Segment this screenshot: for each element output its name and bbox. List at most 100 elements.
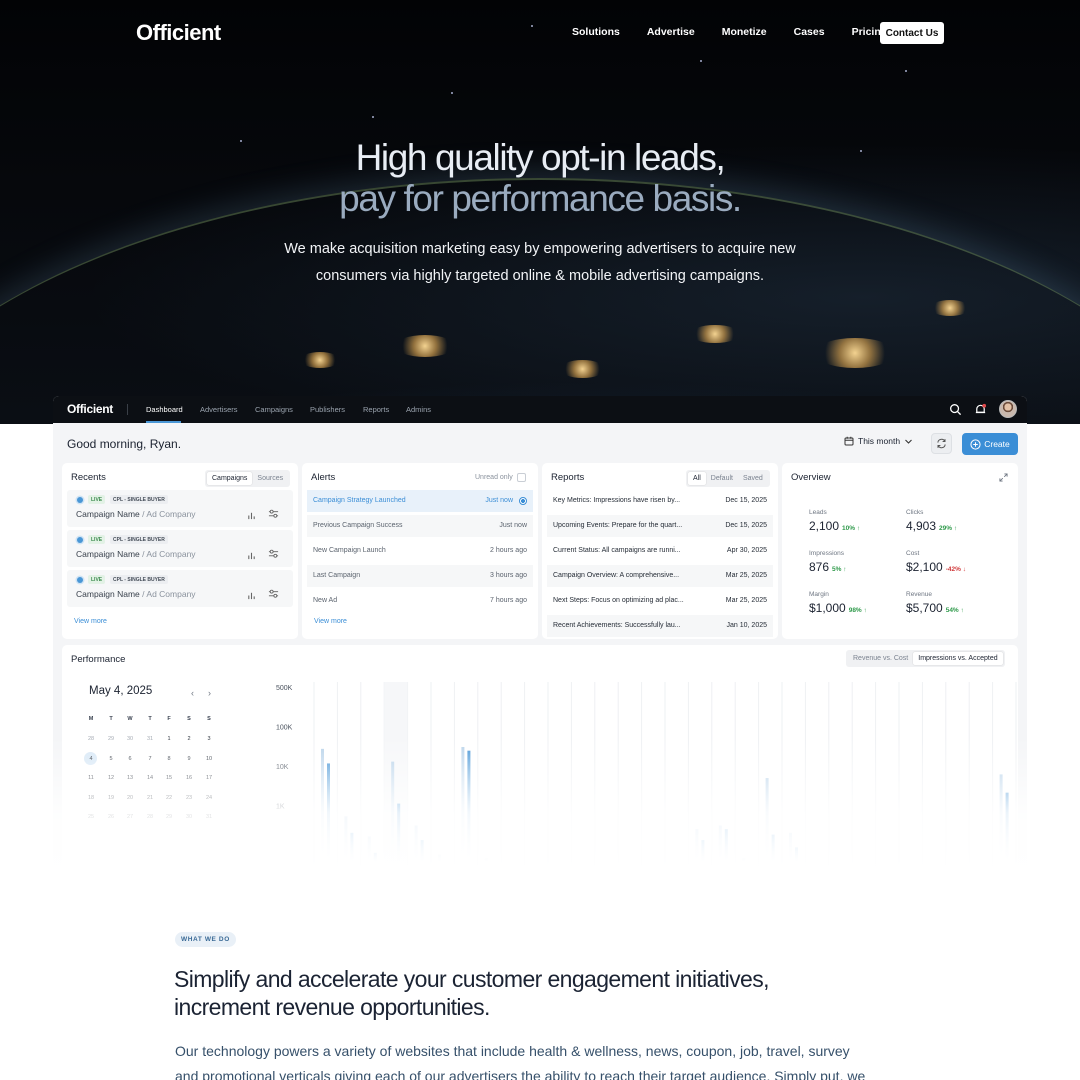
chevron-right-icon[interactable]: › — [208, 688, 211, 698]
site-logo[interactable]: Officient — [136, 20, 221, 46]
report-date: Dec 15, 2025 — [725, 522, 767, 529]
tab-dashboard[interactable]: Dashboard — [146, 405, 183, 414]
contact-us-button[interactable]: Contact Us — [880, 22, 944, 44]
search-icon[interactable] — [949, 403, 962, 416]
toggle-all[interactable]: All — [688, 472, 706, 485]
sliders-icon[interactable] — [268, 586, 279, 604]
kpi-change: 5% ↑ — [832, 566, 846, 573]
refresh-button[interactable] — [931, 433, 952, 454]
app-topbar: Officient Dashboard Advertisers Campaign… — [53, 396, 1027, 423]
calendar-icon — [844, 436, 854, 446]
recent-campaign-item[interactable]: LIVE CPL - SINGLE BUYER Campaign Name / Ad… — [67, 570, 293, 607]
performance-title: Performance — [71, 654, 126, 665]
campaign-name-text: Campaign Name — [76, 589, 140, 599]
toggle-default[interactable]: Default — [706, 472, 738, 485]
sliders-icon[interactable] — [268, 506, 279, 524]
alert-row[interactable]: Campaign Strategy Launched Just now — [307, 490, 533, 512]
status-dot — [77, 537, 83, 543]
recents-view-more[interactable]: View more — [74, 618, 107, 625]
create-button[interactable]: Create — [962, 433, 1018, 455]
kpi-value-line: $5,700 54% ↑ — [906, 601, 964, 615]
recent-campaign-item[interactable]: LIVE CPL - SINGLE BUYER Campaign Name / Ad… — [67, 530, 293, 567]
city-lights — [395, 335, 455, 357]
section-paragraph: Our technology powers a variety of websi… — [175, 1043, 866, 1080]
user-avatar[interactable] — [999, 400, 1017, 418]
campaign-type-badge: CPL - SINGLE BUYER — [110, 535, 168, 544]
report-row[interactable]: Upcoming Events: Prepare for the quart..… — [547, 515, 773, 537]
reports-toggle: All Default Saved — [686, 470, 770, 487]
bar-chart-icon[interactable] — [247, 547, 256, 565]
report-row[interactable]: Next Steps: Focus on optimizing ad plac.… — [547, 590, 773, 612]
alert-time: Just now — [485, 497, 513, 504]
campaign-name: Campaign Name / Ad Company — [76, 549, 196, 559]
refresh-icon — [937, 438, 946, 449]
chevron-down-icon — [905, 439, 912, 444]
report-row[interactable]: Campaign Overview: A comprehensive... Mar… — [547, 565, 773, 587]
bar-chart-icon[interactable] — [247, 587, 256, 605]
nav-link-monetize[interactable]: Monetize — [722, 26, 767, 38]
campaign-company: Ad Company — [146, 589, 196, 599]
nav-link-solutions[interactable]: Solutions — [572, 26, 620, 38]
live-badge: LIVE — [88, 535, 106, 544]
kpi-change: 29% ↑ — [939, 525, 957, 532]
toggle-campaigns[interactable]: Campaigns — [207, 472, 253, 485]
recent-campaign-item[interactable]: LIVE CPL - SINGLE BUYER Campaign Name / Ad… — [67, 490, 293, 527]
unread-checkbox[interactable] — [516, 473, 526, 482]
tab-advertisers[interactable]: Advertisers — [200, 405, 238, 414]
kpi-label: Cost — [906, 550, 920, 557]
tab-admins[interactable]: Admins — [406, 405, 431, 414]
campaign-company: Ad Company — [146, 509, 196, 519]
alert-row[interactable]: Previous Campaign Success Just now — [307, 515, 533, 537]
alert-row[interactable]: New Campaign Launch 2 hours ago — [307, 540, 533, 562]
report-row[interactable]: Current Status: All campaigns are runni.… — [547, 540, 773, 562]
toggle-saved[interactable]: Saved — [738, 472, 768, 485]
nav-link-cases[interactable]: Cases — [794, 26, 825, 38]
toggle-revenue-vs-cost[interactable]: Revenue vs. Cost — [848, 652, 913, 665]
nav-link-advertise[interactable]: Advertise — [647, 26, 695, 38]
bar-chart-icon[interactable] — [247, 507, 256, 525]
divider — [127, 404, 128, 415]
calendar-weekday: F — [167, 716, 171, 722]
kpi-change-value: 54% — [945, 607, 959, 614]
campaign-name: Campaign Name / Ad Company — [76, 509, 196, 519]
toggle-sources[interactable]: Sources — [252, 472, 288, 485]
city-lights — [300, 352, 340, 368]
alert-row[interactable]: New Ad 7 hours ago — [307, 590, 533, 612]
alerts-title: Alerts — [311, 472, 336, 483]
report-row[interactable]: Recent Achievements: Successfully lau...… — [547, 615, 773, 637]
alert-row[interactable]: Last Campaign 3 hours ago — [307, 565, 533, 587]
recents-toggle: Campaigns Sources — [205, 470, 291, 487]
report-row[interactable]: Key Metrics: Impressions have risen by..… — [547, 490, 773, 512]
kpi-value: $1,000 — [809, 601, 846, 615]
tab-reports[interactable]: Reports — [363, 405, 389, 414]
date-range-select[interactable]: This month — [844, 436, 913, 446]
unread-only-toggle[interactable]: Unread only — [475, 473, 526, 482]
app-logo[interactable]: Officient — [67, 402, 113, 416]
tab-publishers[interactable]: Publishers — [310, 405, 345, 414]
alerts-view-more[interactable]: View more — [314, 618, 347, 625]
tab-campaigns[interactable]: Campaigns — [255, 405, 293, 414]
hero-subtitle-line1: We make acquisition marketing easy by em… — [284, 241, 796, 257]
calendar-weekday: M — [88, 716, 94, 722]
status-dot — [77, 497, 83, 503]
kpi-label: Clicks — [906, 509, 924, 516]
kpi-revenue: Revenue $5,700 54% ↑ — [906, 591, 964, 615]
section-heading-line1: Simplify and accelerate your customer en… — [174, 966, 770, 992]
kpi-value-line: 2,100 10% ↑ — [809, 519, 860, 533]
hero-subtitle-line2: consumers via highly targeted online & m… — [315, 268, 765, 284]
kpi-value-line: 4,903 29% ↑ — [906, 519, 957, 533]
city-lights — [930, 300, 970, 316]
toggle-impressions-vs-accepted[interactable]: Impressions vs. Accepted — [913, 652, 1003, 665]
bell-icon[interactable] — [974, 403, 987, 416]
campaign-name: Campaign Name / Ad Company — [76, 589, 196, 599]
campaign-name-text: Campaign Name — [76, 509, 140, 519]
city-lights — [690, 325, 740, 343]
chevron-left-icon[interactable]: ‹ — [191, 688, 194, 698]
expand-icon[interactable] — [999, 473, 1008, 482]
report-date: Dec 15, 2025 — [725, 497, 767, 504]
arrow-down-icon: ↓ — [960, 566, 966, 573]
kpi-margin: Margin $1,000 98% ↑ — [809, 591, 867, 615]
kpi-cost: Cost $2,100 -42% ↓ — [906, 550, 966, 574]
sliders-icon[interactable] — [268, 546, 279, 564]
kpi-value-line: 876 5% ↑ — [809, 560, 847, 574]
